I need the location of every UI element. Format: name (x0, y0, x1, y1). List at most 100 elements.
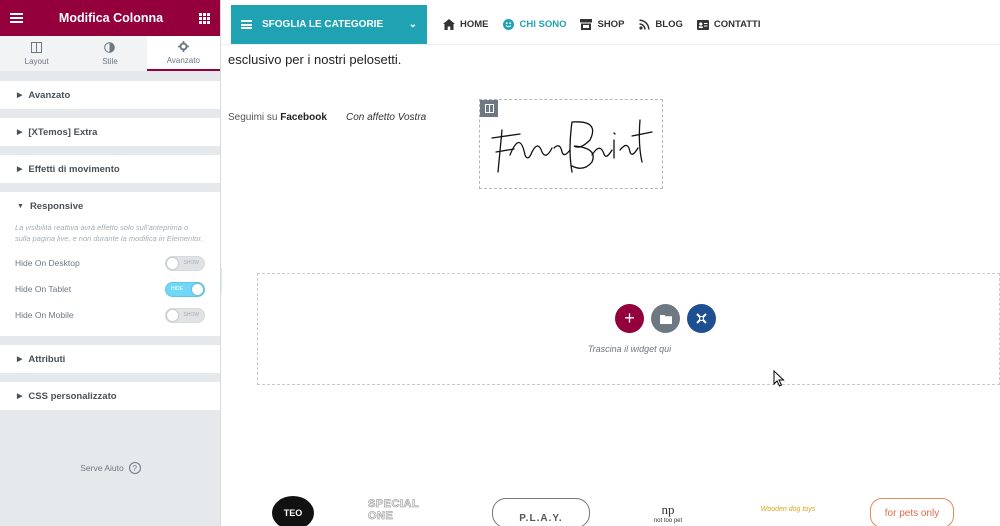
brand-logo-teo-text: TEO (283, 508, 303, 518)
caret-right-icon: ▶ (17, 129, 23, 136)
folder-icon (659, 314, 672, 324)
brand-logo-teo: TEO (272, 496, 314, 526)
mouse-cursor-icon (773, 370, 785, 387)
switch-state: SHOW (183, 311, 199, 318)
panel-header: Modifica Colonna (0, 0, 220, 36)
home-icon (443, 19, 455, 30)
toggle-row-tablet: Hide On Tablet HIDE (15, 276, 205, 302)
menu-item-blog-label: BLOG (655, 19, 683, 30)
section-attributi-label: Attributi (28, 353, 66, 365)
editor-panel: Modifica Colonna Layout Stile Avanzato ▶… (0, 0, 221, 526)
site-navbar: SFOGLIA LE CATEGORIE ⌄ HOME CHI SONO SHO… (231, 5, 760, 44)
brand-logo-for-pets-only-text: for pets only (884, 508, 940, 519)
brand-logos-strip: TEO SPECIAL ONE P.L.A.Y. np not too pet … (222, 492, 1000, 526)
panel-tabs: Layout Stile Avanzato (0, 36, 220, 72)
follow-text: Seguimi su Facebook (228, 112, 327, 123)
caret-right-icon: ▶ (17, 166, 23, 173)
page-preview: SFOGLIA LE CATEGORIE ⌄ HOME CHI SONO SHO… (222, 0, 1000, 526)
feed-icon (638, 19, 650, 30)
section-responsive[interactable]: ▼ Responsive (0, 192, 220, 220)
section-attributi[interactable]: ▶ Attributi (0, 345, 220, 373)
menu-bars-icon (241, 20, 252, 29)
menu-item-contatti[interactable]: CONTATTI (696, 19, 761, 30)
brand-logo-wooden-dog-toys: Wooden dog toys (752, 506, 824, 513)
brand-logo-wooden-text: Wooden dog toys (760, 506, 816, 513)
xtemos-templates-button[interactable] (687, 304, 716, 333)
menu-item-home-label: HOME (460, 19, 489, 30)
empty-section-dropzone[interactable]: + Trascina il widget qui (257, 273, 1000, 385)
section-avanzato-label: Avanzato (28, 89, 71, 101)
brand-logo-special-one-text: SPECIAL ONE (368, 498, 419, 523)
widgets-grid-icon[interactable] (198, 12, 210, 24)
section-effetti-movimento-label: Effetti di movimento (28, 163, 120, 175)
brand-logo-not-too-pet-text: not too pet (653, 518, 683, 524)
caret-down-icon: ▼ (17, 202, 24, 210)
brand-logo-for-pets-only: for pets only (870, 498, 954, 526)
follow-prefix: Seguimi su (228, 112, 278, 123)
question-icon: ? (128, 462, 141, 474)
menu-item-contatti-label: CONTATTI (713, 19, 761, 30)
elementor-editor: Modifica Colonna Layout Stile Avanzato ▶… (0, 0, 1000, 526)
section-xtemos-extra-label: [XTemos] Extra (28, 126, 98, 138)
help-label: Serve Aiuto (80, 463, 124, 473)
help-link[interactable]: Serve Aiuto ? (0, 462, 221, 474)
brand-logo-play-text: P.L.A.Y. (519, 513, 563, 524)
toggle-row-desktop: Hide On Desktop SHOW (15, 250, 205, 276)
brand-logo-play: P.L.A.Y. (492, 498, 590, 526)
hide-desktop-label: Hide On Desktop (15, 258, 80, 268)
plus-icon: + (624, 308, 635, 328)
responsive-body: La visibilità reattiva avrà effetto solo… (0, 220, 220, 336)
menu-item-chi-sono-label: CHI SONO (519, 19, 567, 30)
dropzone-buttons: + (615, 304, 716, 333)
caret-right-icon: ▶ (17, 92, 23, 99)
categories-label: SFOGLIA LE CATEGORIE (262, 19, 384, 30)
menu-icon[interactable] (10, 13, 23, 23)
signature-image (491, 119, 653, 173)
affetto-text: Con affetto Vostra (346, 112, 427, 123)
facebook-link[interactable]: Facebook (280, 112, 327, 123)
panel-title: Modifica Colonna (58, 11, 164, 25)
tab-avanzato-label: Avanzato (166, 55, 200, 65)
section-xtemos-extra[interactable]: ▶ [XTemos] Extra (0, 118, 220, 146)
intro-text: esclusivo per i nostri pelosetti. (228, 52, 402, 67)
hide-mobile-label: Hide On Mobile (15, 310, 74, 320)
navbar-divider (222, 44, 1000, 45)
section-effetti-movimento[interactable]: ▶ Effetti di movimento (0, 155, 220, 183)
menu-item-shop-label: SHOP (597, 19, 625, 30)
responsive-note: La visibilità reattiva avrà effetto solo… (15, 223, 203, 243)
menu-item-chi-sono[interactable]: CHI SONO (503, 19, 567, 30)
tab-layout[interactable]: Layout (0, 36, 74, 71)
np-mark: np (661, 502, 675, 517)
switch-state: SHOW (183, 259, 199, 266)
main-menu: HOME CHI SONO SHOP BLOG CONTATTI (443, 19, 760, 30)
contact-card-icon (696, 19, 709, 30)
caret-right-icon: ▶ (17, 393, 23, 400)
menu-item-shop[interactable]: SHOP (580, 19, 624, 30)
chevron-down-icon: ⌄ (408, 19, 417, 30)
dropzone-hint: Trascina il widget qui (587, 344, 672, 354)
tab-stile-label: Stile (102, 56, 118, 66)
hide-mobile-switch[interactable]: SHOW (165, 307, 205, 323)
gear-icon (177, 40, 189, 52)
menu-item-home[interactable]: HOME (443, 19, 489, 30)
xtemos-icon (696, 313, 707, 324)
section-avanzato[interactable]: ▶ Avanzato (0, 81, 220, 109)
caret-right-icon: ▶ (17, 356, 23, 363)
categories-button[interactable]: SFOGLIA LE CATEGORIE ⌄ (231, 5, 427, 44)
brand-logo-not-too-pet: np not too pet (642, 502, 694, 524)
columns-icon (31, 41, 43, 53)
tab-stile[interactable]: Stile (73, 36, 147, 71)
signature-column[interactable] (479, 99, 663, 189)
section-css-personalizzato[interactable]: ▶ CSS personalizzato (0, 382, 220, 410)
brand-logo-special-one: SPECIAL ONE (368, 498, 444, 523)
smile-icon (503, 19, 515, 30)
add-section-button[interactable]: + (615, 304, 644, 333)
template-library-button[interactable] (651, 304, 680, 333)
section-responsive-label: Responsive (29, 200, 84, 212)
menu-item-blog[interactable]: BLOG (638, 19, 683, 30)
tab-layout-label: Layout (24, 56, 49, 66)
toggle-row-mobile: Hide On Mobile SHOW (15, 302, 205, 328)
hide-desktop-switch[interactable]: SHOW (165, 255, 205, 271)
tab-avanzato[interactable]: Avanzato (146, 36, 220, 71)
hide-tablet-switch[interactable]: HIDE (165, 281, 205, 297)
